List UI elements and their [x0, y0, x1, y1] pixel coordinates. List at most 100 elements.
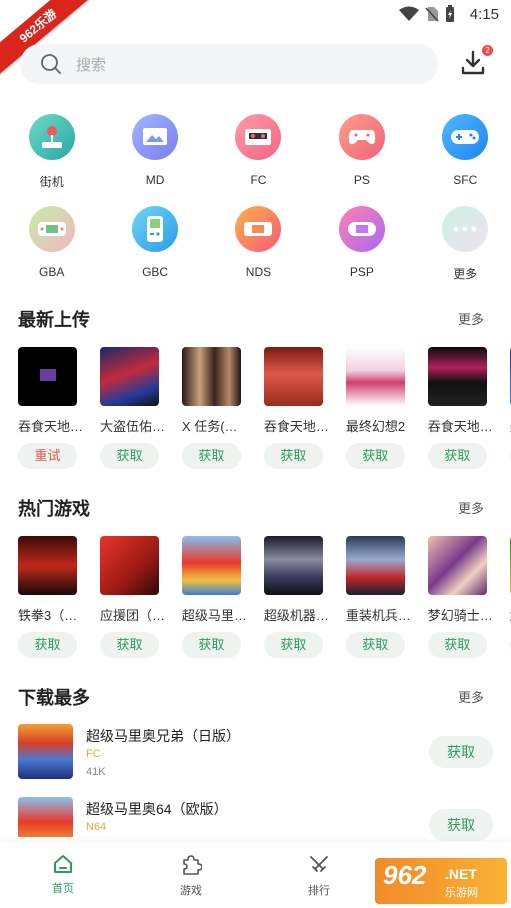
game-card[interactable]: 最终幻想2 获取	[345, 347, 405, 469]
game-card[interactable]: 超级马里… 获取	[181, 536, 247, 658]
game-thumbnail	[18, 536, 77, 595]
get-button[interactable]: 获取	[181, 632, 241, 658]
latest-game-row: 吞食天地… 重试 大盗伍佑… 获取 X 任务(… 获取 吞食天地… 获取 最终幻…	[18, 347, 511, 469]
download-badge: 2	[482, 45, 493, 56]
get-button[interactable]: 获取	[429, 736, 493, 768]
category-label: SFC	[453, 173, 478, 187]
game-name: 超级马里奥64（欧版）	[86, 801, 228, 817]
watermark-site: 乐游网	[445, 887, 478, 899]
get-button[interactable]: 获取	[99, 443, 159, 469]
game-thumbnail	[99, 347, 159, 406]
game-name: X 任务(…	[181, 419, 238, 434]
category-label: GBC	[142, 265, 169, 279]
game-card[interactable]: 应援团（… 获取	[99, 536, 165, 658]
game-card[interactable]: 超级机器… 获取	[263, 536, 329, 658]
fc-cartridge-icon	[235, 114, 282, 160]
section-title-top: 下载最多	[18, 688, 90, 708]
more-dots-icon	[442, 206, 489, 252]
category-label: GBA	[39, 265, 65, 279]
category-grid: 街机 MD FC PS SFC GBA GBC NDS PSP 更多	[0, 114, 511, 282]
list-item[interactable]: 超级马里奥兄弟（日版） FC 41K 获取	[18, 724, 493, 784]
game-name: 超级机器…	[263, 608, 329, 623]
category-fc[interactable]: FC	[207, 114, 310, 190]
top-more-link[interactable]: 更多	[458, 687, 484, 706]
get-button[interactable]: 获取	[429, 809, 493, 841]
game-thumbnail	[18, 797, 73, 837]
home-screen: 4:15 962乐游 搜索 2 街机 MD FC PS SFC GBA GBC …	[0, 0, 511, 908]
tab-label: 首页	[52, 883, 74, 895]
category-label: PS	[353, 173, 370, 187]
section-title-hot: 热门游戏	[18, 499, 90, 519]
retry-button[interactable]: 重试	[18, 443, 77, 469]
game-thumbnail	[345, 347, 405, 406]
nds-handheld-icon	[235, 206, 282, 252]
list-item[interactable]: 超级马里奥64（欧版） N64	[18, 797, 493, 837]
search-bar[interactable]: 搜索	[20, 44, 438, 84]
game-thumbnail	[263, 347, 323, 406]
game-card[interactable]: 重装机兵… 获取	[345, 536, 411, 658]
category-gba[interactable]: GBA	[0, 206, 103, 282]
sfc-controller-icon	[442, 114, 489, 160]
game-card[interactable]: 铁拳3（… 获取	[18, 536, 77, 658]
tab-games[interactable]: 游戏	[161, 854, 221, 898]
category-label: NDS	[245, 265, 272, 279]
game-name: 铁拳3（…	[18, 608, 78, 623]
get-button[interactable]: 获取	[345, 443, 405, 469]
search-placeholder: 搜索	[76, 56, 107, 74]
game-thumbnail	[181, 536, 241, 595]
home-icon	[54, 855, 72, 873]
game-name: 梦幻骑士…	[427, 608, 493, 623]
tab-label: 排行	[308, 885, 330, 897]
psp-handheld-icon	[338, 206, 385, 252]
game-name: 超级马里奥兄弟（日版）	[86, 728, 240, 744]
game-name: 大盗伍佑…	[99, 419, 165, 434]
category-md[interactable]: MD	[103, 114, 206, 190]
game-card[interactable]: 梦幻骑士… 获取	[427, 536, 493, 658]
game-thumbnail	[99, 536, 159, 595]
get-button[interactable]: 获取	[345, 632, 405, 658]
game-thumbnail	[18, 347, 77, 406]
game-card[interactable]: 吞食天地… 重试	[18, 347, 83, 469]
no-sim-icon	[425, 7, 439, 22]
game-card[interactable]: 吞食天地… 获取	[427, 347, 493, 469]
category-gbc[interactable]: GBC	[103, 206, 206, 282]
category-label: MD	[145, 173, 165, 187]
search-icon	[41, 54, 61, 74]
game-card[interactable]: 大盗伍佑… 获取	[99, 347, 165, 469]
game-card[interactable]: X 任务(… 获取	[181, 347, 241, 469]
get-button[interactable]: 获取	[427, 443, 487, 469]
game-name: 最终幻想2	[345, 419, 406, 434]
latest-more-link[interactable]: 更多	[458, 309, 484, 328]
category-arcade[interactable]: 街机	[0, 114, 103, 190]
get-button[interactable]: 获取	[263, 632, 323, 658]
status-icons	[399, 5, 455, 23]
swords-icon	[310, 856, 328, 872]
game-thumbnail	[345, 536, 405, 595]
game-thumbnail	[427, 347, 487, 406]
game-card[interactable]: 吞食天地… 获取	[263, 347, 329, 469]
tab-ranking[interactable]: 排行	[289, 854, 349, 898]
category-psp[interactable]: PSP	[310, 206, 413, 282]
bottom-tab-bar: 首页 游戏 排行 962 .NET 乐游网	[0, 842, 511, 908]
category-nds[interactable]: NDS	[207, 206, 310, 282]
tab-home[interactable]: 首页	[33, 854, 93, 896]
game-thumbnail	[427, 536, 487, 595]
game-name: 吞食天地…	[18, 419, 84, 434]
puzzle-icon	[183, 855, 202, 875]
category-more[interactable]: 更多	[414, 206, 511, 282]
watermark-net: .NET	[445, 866, 477, 882]
category-label: 街机	[39, 175, 64, 189]
category-ps[interactable]: PS	[310, 114, 413, 190]
get-button[interactable]: 获取	[99, 632, 159, 658]
get-button[interactable]: 获取	[427, 632, 487, 658]
get-button[interactable]: 获取	[263, 443, 323, 469]
game-name: 超级马里…	[181, 608, 247, 623]
category-label: FC	[250, 173, 267, 187]
game-name: 吞食天地…	[263, 419, 329, 434]
get-button[interactable]: 获取	[18, 632, 77, 658]
section-title-latest: 最新上传	[18, 310, 90, 330]
hot-more-link[interactable]: 更多	[458, 498, 484, 517]
category-sfc[interactable]: SFC	[414, 114, 511, 190]
ps-controller-icon	[338, 114, 385, 160]
get-button[interactable]: 获取	[181, 443, 241, 469]
